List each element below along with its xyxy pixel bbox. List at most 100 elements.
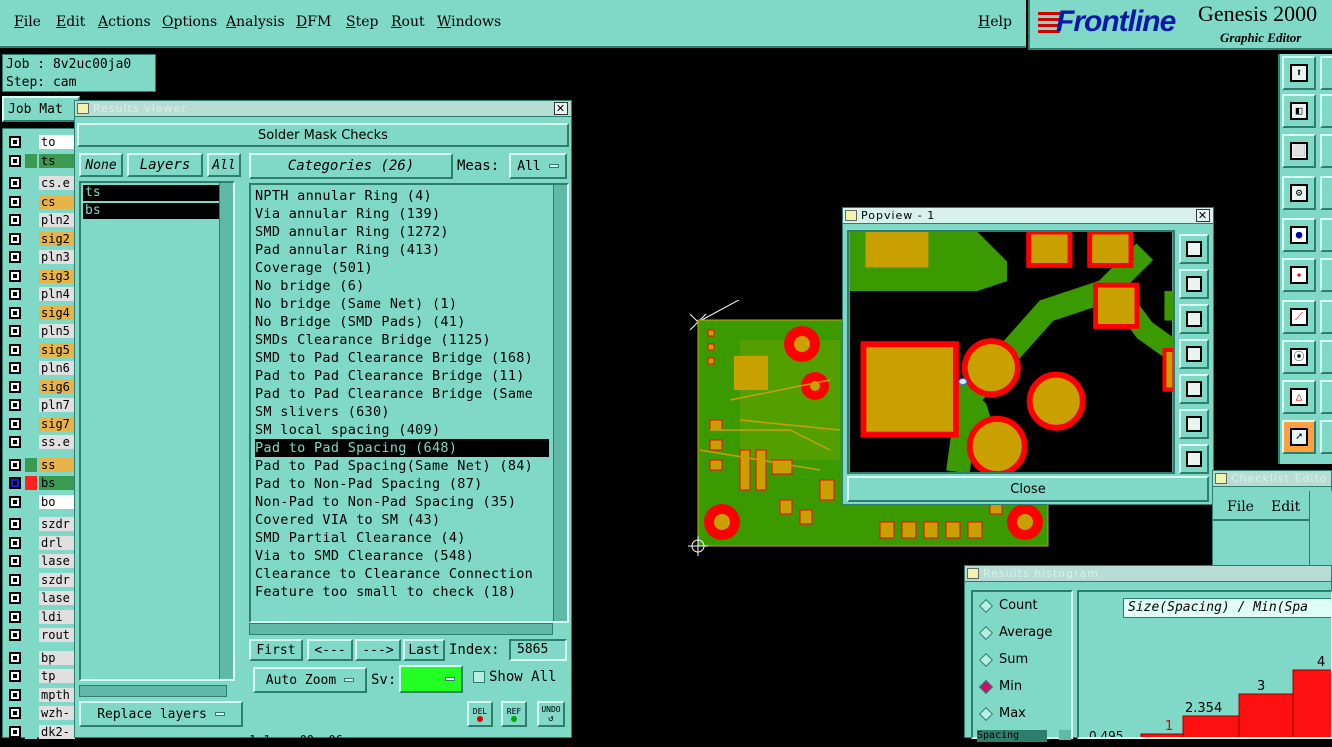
layer-row[interactable]: sig7 [5, 415, 75, 433]
toolbar-tool-button[interactable]: ➚ [1282, 420, 1316, 454]
histogram-titlebar[interactable]: Results histogram [965, 566, 1331, 582]
layer-row[interactable]: to [5, 133, 75, 151]
layer-row[interactable]: rout [5, 626, 75, 644]
layer-row[interactable]: bo [5, 493, 75, 511]
category-item[interactable]: SMD Partial Clearance (4) [255, 529, 466, 547]
show-all-checkbox[interactable] [473, 671, 485, 683]
category-item[interactable]: SMD annular Ring (1272) [255, 223, 449, 241]
toolbar-tool-button[interactable]: ◧ [1282, 94, 1316, 128]
category-item[interactable]: No Bridge (SMD Pads) (41) [255, 313, 466, 331]
category-item[interactable]: Pad annular Ring (413) [255, 241, 440, 259]
layer-name[interactable]: sig6 [39, 379, 75, 394]
layer-name[interactable]: ts [39, 153, 75, 168]
all-layers-button[interactable]: All [207, 153, 241, 177]
layer-row[interactable]: pln2 [5, 211, 75, 229]
menu-options[interactable]: Options [162, 14, 217, 30]
category-item[interactable]: SMD to Pad Clearance Bridge (168) [255, 349, 533, 367]
layer-name[interactable]: szdr [39, 517, 75, 531]
layer-row[interactable]: pln6 [5, 359, 75, 377]
layer-row[interactable]: pln3 [5, 248, 75, 266]
popview-tool-button[interactable] [1179, 409, 1209, 439]
category-item[interactable]: Pad to Pad Clearance Bridge (11) [255, 367, 525, 385]
layer-checkbox[interactable] [9, 725, 21, 738]
layer-row[interactable]: ss.e [5, 433, 75, 451]
layer-row[interactable]: lase [5, 589, 75, 607]
index-input[interactable]: 5865 [509, 639, 567, 661]
toolbar-tool-button[interactable]: ✦ [1282, 258, 1316, 292]
toolbar-tool-button[interactable]: ⬆ [1282, 56, 1316, 90]
toolbar-tool-button[interactable] [1320, 380, 1332, 414]
category-item[interactable]: SMDs Clearance Bridge (1125) [255, 331, 491, 349]
layer-name[interactable]: pln3 [39, 250, 75, 264]
layer-name[interactable]: sig2 [39, 231, 75, 246]
layers-button[interactable]: Layers [127, 153, 203, 177]
layer-checkbox[interactable] [9, 518, 21, 530]
layer-checkbox[interactable] [9, 288, 21, 300]
category-item[interactable]: Via to SMD Clearance (548) [255, 547, 474, 565]
checklist-edit-menu[interactable]: Edit [1271, 499, 1300, 515]
categories-button[interactable]: Categories (26) [249, 153, 453, 179]
menu-rout[interactable]: Rout [391, 14, 425, 30]
layer-name[interactable]: wzh- [39, 706, 75, 720]
layer-name[interactable]: lase [39, 554, 75, 568]
layer-row[interactable]: pln7 [5, 396, 75, 414]
layers-scrollbar[interactable] [219, 183, 233, 679]
layer-row[interactable]: szdr [5, 515, 75, 533]
category-item[interactable]: Clearance to Clearance Connection [255, 565, 533, 583]
toolbar-tool-button[interactable]: ● [1282, 218, 1316, 252]
popview-tool-button[interactable] [1179, 374, 1209, 404]
categories-scrollbar[interactable] [553, 185, 567, 621]
layer-row[interactable]: sig5 [5, 341, 75, 359]
toolbar-tool-button[interactable] [1320, 134, 1332, 168]
layer-checkbox[interactable] [9, 477, 21, 489]
layers-listbox[interactable]: ts bs [79, 181, 235, 681]
toolbar-tool-button[interactable]: ⚙ [1282, 176, 1316, 210]
layer-name[interactable]: lase [39, 591, 75, 605]
layer-name[interactable]: bs [39, 476, 75, 490]
layer-checkbox[interactable] [9, 651, 21, 664]
category-item[interactable]: Pad to Non-Pad Spacing (87) [255, 475, 483, 493]
category-item[interactable]: Non-Pad to Non-Pad Spacing (35) [255, 493, 516, 511]
auto-zoom-button[interactable]: Auto Zoom [253, 667, 367, 693]
layer-name[interactable]: sig7 [39, 416, 75, 431]
checklist-titlebar[interactable]: Checklist Edito [1213, 471, 1331, 487]
layer-name[interactable]: cs [39, 194, 75, 209]
menu-file[interactable]: File [14, 14, 41, 30]
toolbar-tool-button[interactable] [1320, 340, 1332, 374]
ref-button[interactable]: REF [501, 701, 527, 727]
category-item[interactable]: NPTH annular Ring (4) [255, 187, 432, 205]
layer-checkbox[interactable] [9, 306, 21, 319]
layer-checkbox[interactable] [9, 573, 21, 586]
category-item[interactable]: Pad to Pad Clearance Bridge (Same [255, 385, 533, 403]
toolbar-tool-button[interactable] [1320, 56, 1332, 90]
layer-name[interactable]: sig5 [39, 342, 75, 357]
category-item[interactable]: Pad to Pad Spacing (648) [255, 439, 549, 457]
menu-dfm[interactable]: DFM [296, 14, 331, 30]
layer-name[interactable]: sig4 [39, 305, 75, 320]
layer-checkbox[interactable] [9, 177, 21, 189]
layer-checkbox[interactable] [9, 380, 21, 393]
layer-name[interactable]: bp [39, 650, 75, 665]
layer-row[interactable]: sig3 [5, 267, 75, 285]
layer-checkbox[interactable] [9, 688, 21, 701]
replace-layers-button[interactable]: Replace layers [79, 701, 243, 727]
layer-name[interactable]: dk2- [39, 724, 75, 739]
layer-checkbox[interactable] [9, 343, 21, 356]
layer-checkbox[interactable] [9, 436, 21, 448]
layer-row[interactable]: ldi [5, 608, 75, 626]
layer-name[interactable]: pln4 [39, 287, 75, 301]
toolbar-tool-button[interactable] [1320, 258, 1332, 292]
layer-checkbox[interactable] [9, 251, 21, 263]
categories-hscrollbar[interactable] [249, 623, 553, 635]
layer-checkbox[interactable] [9, 707, 21, 719]
category-item[interactable]: SM slivers (630) [255, 403, 390, 421]
layer-checkbox[interactable] [9, 269, 21, 282]
layer-row[interactable]: ss [5, 456, 75, 474]
layer-name[interactable]: to [39, 135, 75, 149]
results-viewer-titlebar[interactable]: Results viewer ✕ [75, 101, 571, 117]
checklist-file-menu[interactable]: File [1227, 499, 1254, 515]
histogram-scrollbar[interactable] [1059, 730, 1071, 740]
layer-row[interactable]: cs.e [5, 174, 75, 192]
layer-name[interactable]: ss.e [39, 435, 75, 449]
layer-row[interactable]: lase [5, 552, 75, 570]
